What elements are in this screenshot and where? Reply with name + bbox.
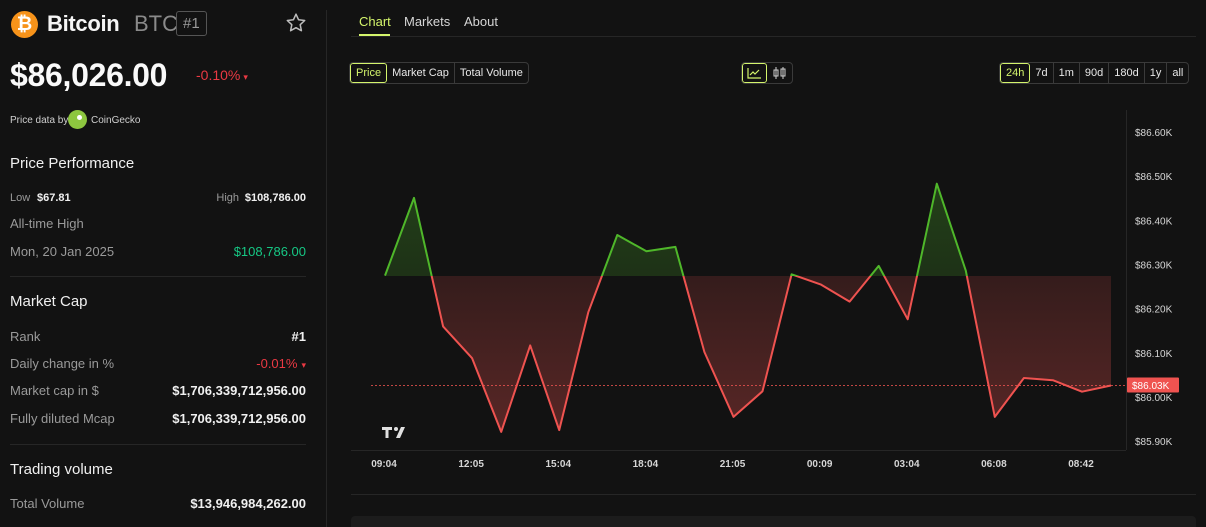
tab-markets[interactable]: Markets	[404, 14, 450, 29]
tradingview-logo-icon[interactable]	[382, 427, 405, 438]
chart-divider	[351, 494, 1196, 495]
daily-change-number: -0.01%	[256, 356, 298, 371]
range-all-button[interactable]: all	[1167, 63, 1188, 83]
fdv-label: Fully diluted Mcap	[10, 411, 115, 426]
market-cap-row-daily-change: Daily change in % -0.01% ▾	[10, 356, 306, 374]
market-cap-row-usd: Market cap in $ $1,706,339,712,956.00	[10, 383, 306, 401]
price-chart-svg[interactable]: $86.60K $86.50K $86.40K $86.30K $86.20K $86.1…	[351, 110, 1196, 490]
price-change-value: -0.10%	[196, 67, 241, 83]
divider	[10, 444, 306, 445]
total-volume-value: $13,946,984,262.00	[190, 496, 306, 511]
y-tick-label: $86.00K	[1135, 393, 1173, 404]
line-chart-icon	[747, 68, 761, 79]
panel-divider	[326, 10, 327, 527]
daily-change-label: Daily change in %	[10, 356, 115, 371]
market-cap-title: Market Cap	[10, 293, 88, 310]
ath-label: All-time High	[10, 216, 84, 231]
time-axis-line	[351, 450, 1126, 451]
range-1m-button[interactable]: 1m	[1054, 63, 1080, 83]
coin-name: Bitcoin	[47, 11, 120, 36]
market-cap-metric-button[interactable]: Market Cap	[387, 63, 455, 83]
x-tick-label: 15:04	[545, 459, 571, 470]
tab-about[interactable]: About	[464, 14, 498, 29]
y-tick-label: $85.90K	[1135, 437, 1173, 448]
x-tick-label: 09:04	[371, 459, 397, 470]
y-tick-label: $86.60K	[1135, 128, 1173, 139]
market-cap-row-fdv: Fully diluted Mcap $1,706,339,712,956.00	[10, 411, 306, 429]
detail-tabs: Chart Markets About	[351, 0, 1196, 37]
price-metric-button[interactable]: Price	[350, 63, 388, 83]
coin-header: ₿ Bitcoin BTC #1	[10, 10, 306, 38]
tab-chart[interactable]: Chart	[359, 14, 391, 29]
rank-value: #1	[291, 329, 306, 344]
price-source-name[interactable]: CoinGecko	[91, 115, 140, 126]
y-tick-label: $86.20K	[1135, 305, 1173, 316]
x-tick-label: 00:09	[807, 459, 833, 470]
y-tick-label: $86.10K	[1135, 349, 1173, 360]
bitcoin-logo-icon: ₿	[11, 11, 38, 38]
caret-down-icon: ▾	[243, 72, 248, 82]
price-change: -0.10% ▾	[196, 67, 248, 83]
range-1y-button[interactable]: 1y	[1145, 63, 1168, 83]
price-chart[interactable]: $86.60K $86.50K $86.40K $86.30K $86.20K $86.1…	[351, 110, 1196, 490]
rank-badge: #1	[176, 11, 207, 36]
coin-symbol: BTC	[134, 11, 178, 36]
line-chart-button[interactable]	[742, 63, 767, 83]
x-tick-label: 12:05	[458, 459, 484, 470]
price-area-below-baseline	[431, 276, 1111, 432]
total-volume-label: Total Volume	[10, 496, 85, 511]
y-tick-label: $86.30K	[1135, 261, 1173, 272]
chart-type-selector	[741, 62, 793, 84]
x-tick-label: 03:04	[894, 459, 920, 470]
fdv-value: $1,706,339,712,956.00	[172, 411, 306, 426]
coingecko-logo-icon[interactable]	[68, 110, 87, 129]
time-range-selector: 24h 7d 1m 90d 180d 1y all	[999, 62, 1190, 84]
y-tick-label: $86.50K	[1135, 172, 1173, 183]
x-tick-label: 08:42	[1068, 459, 1094, 470]
chart-footer-bar	[351, 516, 1196, 527]
market-cap-row-rank: Rank #1	[10, 329, 306, 347]
price-source-label: Price data by	[10, 115, 69, 126]
market-cap-label: Market cap in $	[10, 383, 99, 398]
candlestick-icon	[773, 67, 786, 79]
candlestick-chart-button[interactable]	[767, 63, 792, 83]
star-icon[interactable]	[284, 11, 308, 35]
high-value: $108,786.00	[244, 192, 306, 204]
high-label: High	[216, 192, 239, 204]
range-180d-button[interactable]: 180d	[1109, 63, 1145, 83]
divider	[10, 276, 306, 277]
market-cap-value: $1,706,339,712,956.00	[172, 383, 306, 398]
low-label: Low	[10, 192, 31, 204]
ath-date: Mon, 20 Jan 2025	[10, 244, 115, 259]
trading-volume-title: Trading volume	[10, 461, 113, 478]
ath-value: $108,786.00	[233, 244, 306, 259]
daily-change-value: -0.01% ▾	[256, 356, 306, 371]
low-value: $67.81	[37, 192, 71, 204]
price-performance-title: Price Performance	[10, 155, 135, 172]
price-axis-line	[1126, 110, 1127, 450]
metric-selector: Price Market Cap Total Volume	[349, 62, 529, 84]
x-tick-label: 06:08	[981, 459, 1007, 470]
current-price: $86,026.00	[10, 57, 168, 93]
rank-label: Rank	[10, 329, 41, 344]
y-tick-label: $86.40K	[1135, 216, 1173, 227]
range-24h-button[interactable]: 24h	[1000, 63, 1031, 83]
total-volume-metric-button[interactable]: Total Volume	[455, 63, 528, 83]
x-tick-label: 18:04	[633, 459, 659, 470]
range-7d-button[interactable]: 7d	[1030, 63, 1054, 83]
current-price-label: $86.03K	[1132, 381, 1170, 392]
caret-down-icon: ▾	[301, 360, 306, 370]
x-tick-label: 21:05	[720, 459, 746, 470]
active-tab-indicator	[359, 34, 390, 36]
ath-date-row: Mon, 20 Jan 2025 $108,786.00	[10, 244, 306, 262]
range-90d-button[interactable]: 90d	[1080, 63, 1110, 83]
total-volume-row: Total Volume $13,946,984,262.00	[10, 496, 306, 514]
ath-row: All-time High	[10, 216, 306, 234]
